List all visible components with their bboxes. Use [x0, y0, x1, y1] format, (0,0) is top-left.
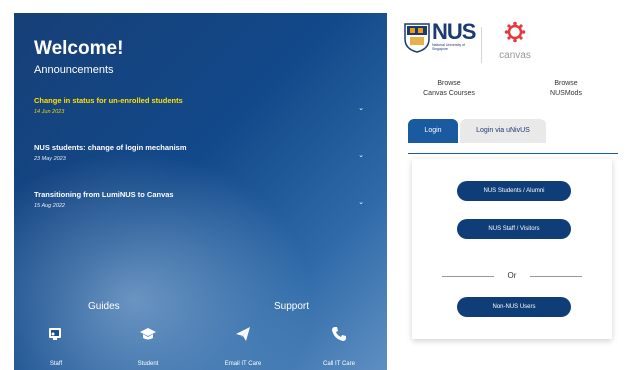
login-panel: NUS National University of Singapore can… [388, 13, 626, 370]
browse-nusmods-link[interactable]: Browse NUSMods [536, 79, 596, 99]
or-separator: Or [442, 271, 582, 280]
staff-link[interactable]: Staff [26, 361, 86, 367]
announcement-item[interactable]: NUS students: change of login mechanism … [34, 143, 364, 162]
canvas-logo: canvas [490, 21, 540, 69]
announcement-date: 14 Jun 2023 [34, 109, 65, 115]
nus-crest-icon [404, 23, 430, 53]
login-tabs: Login Login via uNivUS [408, 119, 618, 154]
chevron-down-icon[interactable]: ⌄ [358, 151, 364, 159]
browse-canvas-courses-link[interactable]: Browse Canvas Courses [414, 79, 484, 99]
nus-logo: NUS National University of Singapore [404, 19, 476, 61]
announcement-title: Transitioning from LumiNUS to Canvas [34, 190, 174, 199]
announcement-panel: Welcome! Announcements Change in status … [14, 13, 387, 370]
browse-label: Browse [437, 80, 461, 87]
announcement-item[interactable]: Transitioning from LumiNUS to Canvas 15 … [34, 190, 364, 209]
support-heading: Support [274, 301, 310, 312]
guides-heading: Guides [88, 301, 120, 312]
browse-target: Canvas Courses [423, 90, 475, 97]
announcement-title: NUS students: change of login mechanism [34, 143, 187, 152]
staff-desktop-icon[interactable] [47, 326, 63, 342]
paper-plane-icon[interactable] [235, 326, 251, 342]
canvas-logo-text: canvas [499, 50, 531, 61]
canvas-logo-icon [504, 21, 526, 43]
tab-login[interactable]: Login [408, 119, 458, 143]
call-it-care-link[interactable]: Call IT Care [309, 361, 369, 367]
chevron-down-icon[interactable]: ⌄ [358, 198, 364, 206]
announcement-title: Change in status for un-enrolled student… [34, 96, 183, 105]
announcement-item[interactable]: Change in status for un-enrolled student… [34, 96, 364, 115]
tab-login-via-univus[interactable]: Login via uNivUS [460, 119, 546, 143]
welcome-heading: Welcome! [34, 38, 124, 59]
announcement-date: 15 Aug 2022 [34, 203, 65, 209]
email-it-care-link[interactable]: Email IT Care [213, 361, 273, 367]
announcement-date: 23 May 2023 [34, 156, 66, 162]
graduation-cap-icon[interactable] [140, 326, 156, 342]
login-card: NUS Students / Alumni NUS Staff / Visito… [412, 159, 612, 339]
nus-logo-subtext: National University of Singapore [432, 43, 466, 51]
phone-icon[interactable] [331, 326, 347, 342]
browse-target: NUSMods [550, 90, 582, 97]
non-nus-users-button[interactable]: Non-NUS Users [457, 297, 571, 317]
nus-logo-text: NUS [432, 19, 476, 44]
student-link[interactable]: Student [118, 361, 178, 367]
nus-staff-visitors-button[interactable]: NUS Staff / Visitors [457, 219, 571, 239]
logo-divider [481, 27, 482, 63]
chevron-down-icon[interactable]: ⌄ [358, 104, 364, 112]
browse-label: Browse [554, 80, 578, 87]
announcements-heading: Announcements [34, 64, 114, 76]
nus-students-alumni-button[interactable]: NUS Students / Alumni [457, 181, 571, 201]
